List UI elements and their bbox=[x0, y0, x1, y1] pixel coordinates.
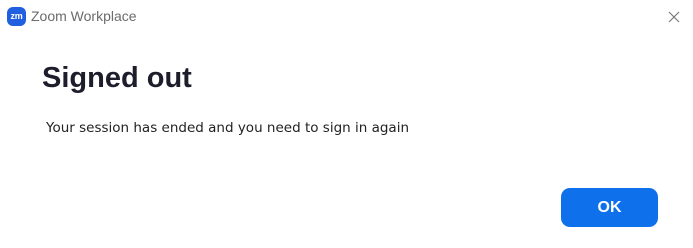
window-title: Zoom Workplace bbox=[31, 8, 137, 24]
zoom-logo-icon: zm bbox=[7, 7, 26, 26]
ok-button[interactable]: OK bbox=[561, 188, 658, 227]
close-icon bbox=[668, 11, 680, 23]
dialog-heading: Signed out bbox=[42, 62, 192, 94]
dialog-message: Your session has ended and you need to s… bbox=[46, 120, 410, 136]
title-bar: zm Zoom Workplace bbox=[0, 0, 693, 34]
close-button[interactable] bbox=[663, 6, 685, 28]
signed-out-dialog: zm Zoom Workplace Signed out Your sessio… bbox=[0, 0, 693, 248]
